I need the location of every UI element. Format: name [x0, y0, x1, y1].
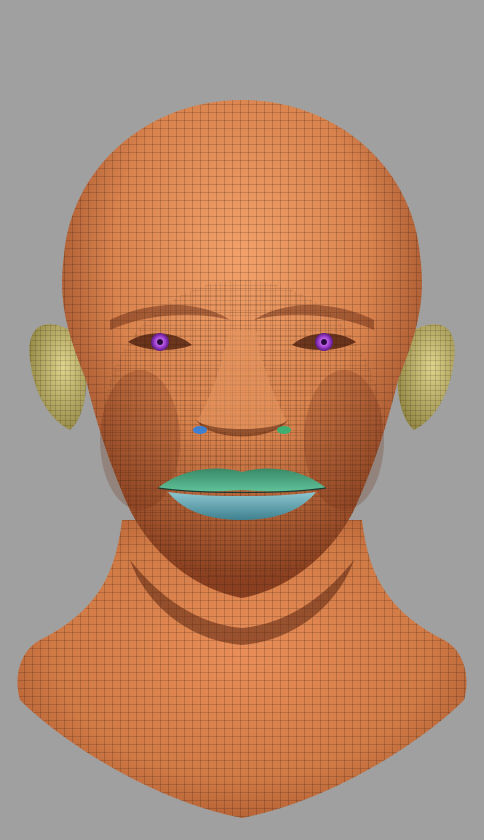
viewport — [0, 0, 484, 840]
head-mesh-render — [17, 100, 467, 818]
